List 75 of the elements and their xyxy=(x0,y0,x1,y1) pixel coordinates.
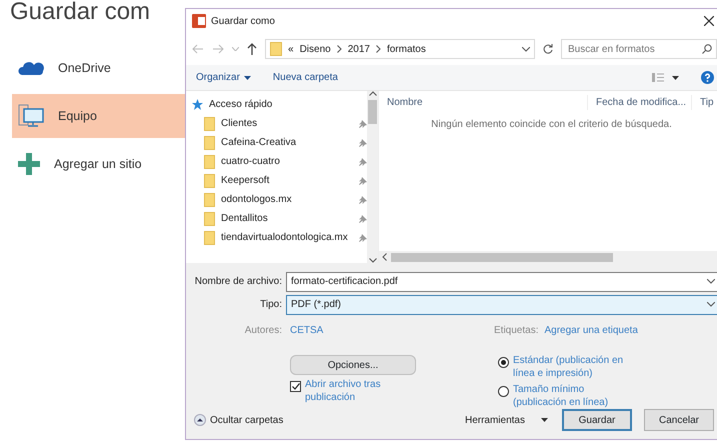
hide-folders-toggle[interactable]: Ocultar carpetas xyxy=(194,412,284,428)
scroll-down-icon xyxy=(368,258,376,263)
caret-icon xyxy=(541,418,548,422)
dialog-title: Guardar como xyxy=(211,14,275,28)
computer-icon xyxy=(18,104,44,128)
checkbox[interactable] xyxy=(290,381,301,392)
organize-menu[interactable]: Organizar xyxy=(196,70,251,85)
checkbox-label[interactable]: Abrir archivo tras publicación xyxy=(305,379,387,404)
column-header[interactable]: Nombre xyxy=(379,94,587,110)
column-header[interactable]: Fecha de modifica... xyxy=(587,94,691,110)
folder-item[interactable]: Dentallitos xyxy=(204,209,367,228)
checkmark-icon xyxy=(292,383,300,390)
folder-icon xyxy=(204,174,215,188)
radio-label[interactable]: Tamaño mínimo (publicación en línea) xyxy=(513,384,631,409)
options-button[interactable]: Opciones... xyxy=(290,355,416,375)
column-header[interactable]: Tip xyxy=(691,94,717,110)
dropdown-caret-icon xyxy=(707,279,715,284)
folder-item[interactable]: odontologos.mx xyxy=(204,190,367,209)
search-input[interactable]: Buscar en formatos xyxy=(566,40,702,58)
caret-icon xyxy=(672,76,679,80)
folder-item[interactable]: cuatro-cuatro xyxy=(204,152,367,171)
location-item[interactable]: Agregar un sitio xyxy=(12,142,192,186)
view-menu[interactable] xyxy=(652,73,679,82)
radio-label[interactable]: Estándar (publicación en línea e impresión) xyxy=(513,355,631,380)
folder-icon xyxy=(204,154,215,168)
tools-menu[interactable]: Herramientas xyxy=(464,412,548,428)
star-icon xyxy=(192,99,203,110)
dropdown-caret-icon xyxy=(707,302,715,307)
radio-button[interactable] xyxy=(498,357,509,368)
field-label: Nombre de archivo: xyxy=(194,275,283,289)
folder-item[interactable]: Keepersoft xyxy=(204,171,367,190)
collapse-icon xyxy=(194,414,206,426)
search-icon xyxy=(702,44,712,54)
app-icon xyxy=(192,14,206,28)
scroll-left-icon xyxy=(382,253,387,261)
folder-item[interactable]: tiendavirtualodontologica.mx xyxy=(204,228,367,247)
scroll-thumb[interactable] xyxy=(391,252,613,262)
refresh-icon[interactable] xyxy=(543,44,553,54)
location-item[interactable]: OneDrive xyxy=(12,46,192,90)
cloud-icon xyxy=(18,61,44,75)
folder-item[interactable]: Clientes xyxy=(204,114,367,133)
scroll-up-icon xyxy=(368,91,376,96)
caret-icon xyxy=(244,76,251,80)
radio-button[interactable] xyxy=(498,386,509,397)
view-icon xyxy=(652,73,664,82)
dropdown-caret-icon xyxy=(522,46,530,52)
field-label: Tipo: xyxy=(259,298,283,312)
folder-icon xyxy=(204,230,215,244)
help-icon[interactable] xyxy=(701,71,714,84)
folder-icon xyxy=(204,116,215,130)
scroll-thumb[interactable] xyxy=(368,100,377,124)
field-label: Autores: xyxy=(244,324,283,338)
plus-icon xyxy=(18,153,40,175)
quick-access-item[interactable]: Acceso rápido xyxy=(192,95,367,114)
empty-message: Ningún elemento coincide con el criterio de búsqueda. xyxy=(430,118,673,132)
close-icon[interactable] xyxy=(704,16,714,26)
folder-icon xyxy=(204,212,215,226)
folder-icon xyxy=(204,136,215,150)
up-arrow-icon[interactable] xyxy=(247,43,257,55)
filename-field[interactable]: formato-certificacion.pdf xyxy=(286,272,717,292)
author-link[interactable]: CETSA xyxy=(286,323,446,338)
file-type-dropdown[interactable]: PDF (*.pdf) xyxy=(286,294,717,314)
page-title: Guardar com xyxy=(10,0,150,24)
address-bar[interactable]: « Diseno 2017 formatos xyxy=(265,39,535,59)
field-label: Etiquetas: xyxy=(494,324,538,338)
new-folder-button[interactable]: Nueva carpeta xyxy=(272,70,338,85)
chevron-icon xyxy=(376,45,381,53)
add-tag-link[interactable]: Agregar una etiqueta xyxy=(544,323,638,338)
dialog-button[interactable]: Cancelar xyxy=(644,409,714,431)
search-field[interactable]: Buscar en formatos xyxy=(561,39,717,59)
folder-icon xyxy=(270,42,282,56)
dialog-button[interactable]: Guardar xyxy=(562,409,632,431)
folder-item[interactable]: Cafeina-Creativa xyxy=(204,133,367,152)
folder-icon xyxy=(204,192,215,206)
chevron-icon xyxy=(336,45,342,53)
